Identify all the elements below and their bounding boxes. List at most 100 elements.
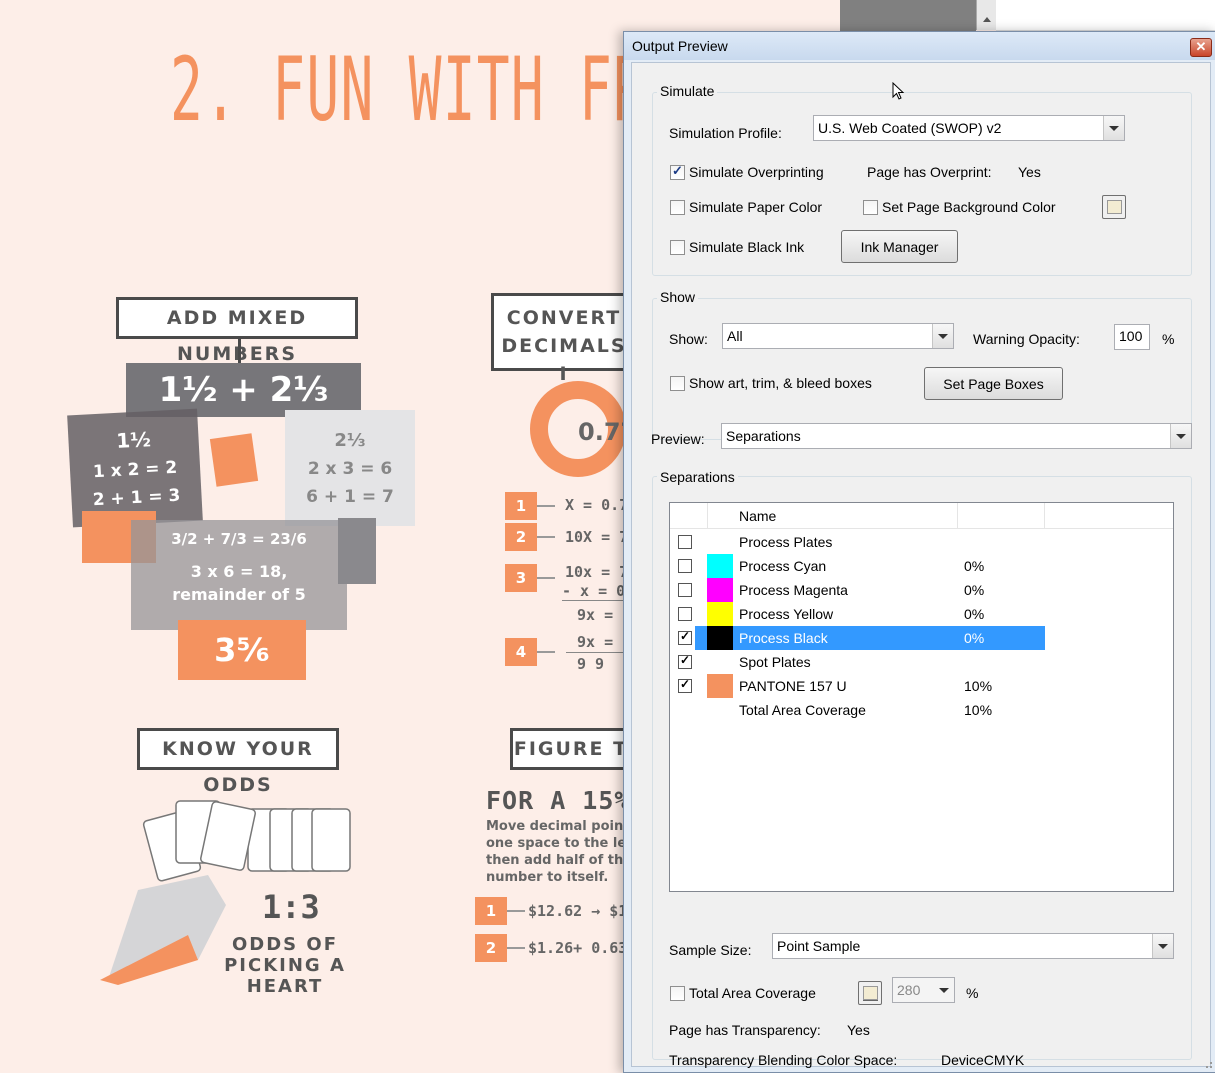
plate-coverage: 0% bbox=[964, 630, 985, 646]
color-swatch bbox=[707, 578, 733, 602]
simulation-profile-value: U.S. Web Coated (SWOP) v2 bbox=[818, 120, 1002, 136]
close-button[interactable]: ✕ bbox=[1190, 38, 1212, 57]
ink-manager-button[interactable]: Ink Manager bbox=[841, 230, 958, 263]
plate-coverage: 0% bbox=[964, 558, 985, 574]
set-page-background-checkbox[interactable] bbox=[863, 200, 878, 215]
total-area-coverage-checkbox[interactable] bbox=[670, 986, 685, 1001]
left-fraction: 1½ bbox=[115, 427, 152, 453]
sample-size-value: Point Sample bbox=[777, 938, 861, 954]
plate-checkbox[interactable] bbox=[678, 559, 692, 573]
plate-checkbox[interactable] bbox=[678, 653, 692, 669]
tip-step-text: $1.26+ 0.63 bbox=[528, 939, 628, 957]
blending-space-label: Transparency Blending Color Space: bbox=[669, 1052, 898, 1068]
preview-select-value: Separations bbox=[726, 428, 801, 444]
preview-select[interactable]: Separations bbox=[721, 423, 1192, 449]
tip-body-line: number to itself. bbox=[486, 870, 609, 885]
plate-checkbox[interactable] bbox=[678, 607, 692, 621]
connector-line bbox=[238, 336, 241, 364]
show-select[interactable]: All bbox=[722, 323, 954, 349]
simulate-black-ink-checkbox[interactable] bbox=[670, 240, 685, 255]
result-box: 3⁵⁄₆ bbox=[178, 620, 306, 680]
plate-checkbox[interactable] bbox=[678, 677, 692, 693]
list-item[interactable]: Spot Plates bbox=[670, 650, 1173, 674]
dialog-titlebar[interactable]: Output Preview ✕ bbox=[624, 32, 1215, 60]
step-line bbox=[507, 947, 525, 949]
plate-checkbox[interactable] bbox=[678, 629, 692, 645]
plate-name: Process Yellow bbox=[739, 606, 834, 622]
tac-color-swatch[interactable] bbox=[858, 981, 882, 1005]
show-boxes-checkbox[interactable] bbox=[670, 376, 685, 391]
plate-name: Total Area Coverage bbox=[739, 702, 866, 718]
dialog-body: Simulate Simulation Profile: U.S. Web Co… bbox=[631, 62, 1211, 1068]
tip-step-badge: 1 bbox=[475, 897, 507, 925]
close-icon: ✕ bbox=[1195, 39, 1207, 54]
dialog-title: Output Preview bbox=[632, 38, 728, 54]
warning-opacity-label: Warning Opacity: bbox=[973, 331, 1080, 347]
chevron-down-icon[interactable] bbox=[934, 978, 954, 1002]
sample-size-label: Sample Size: bbox=[669, 942, 752, 958]
set-page-boxes-button[interactable]: Set Page Boxes bbox=[924, 367, 1063, 400]
scrollbar-thumb[interactable] bbox=[840, 0, 976, 32]
tac-color-fill bbox=[863, 986, 878, 1001]
left-line-2: 2 + 1 = 3 bbox=[92, 485, 181, 511]
background-color-swatch[interactable] bbox=[1102, 195, 1126, 219]
sample-size-select[interactable]: Point Sample bbox=[772, 933, 1174, 959]
plate-name: Process Black bbox=[739, 630, 828, 646]
resize-grip-icon[interactable] bbox=[1202, 1058, 1214, 1070]
list-item[interactable]: Process Yellow 0% bbox=[670, 602, 1173, 626]
chevron-down-icon[interactable] bbox=[1152, 934, 1173, 958]
list-item[interactable]: Process Plates bbox=[670, 530, 1173, 554]
chevron-down-icon[interactable] bbox=[1170, 424, 1191, 448]
warning-opacity-input[interactable]: 100 bbox=[1114, 324, 1150, 350]
result-value: 3⁵⁄₆ bbox=[214, 631, 270, 669]
list-item-selected[interactable]: Process Black 0% bbox=[670, 626, 1173, 650]
list-item[interactable]: Process Magenta 0% bbox=[670, 578, 1173, 602]
mixed-sum-equation: 1½ + 2⅓ bbox=[158, 370, 329, 410]
chevron-down-icon[interactable] bbox=[1103, 116, 1124, 140]
plate-name: Process Cyan bbox=[739, 558, 827, 574]
list-item[interactable]: Total Area Coverage 10% bbox=[670, 698, 1173, 722]
step-line bbox=[537, 536, 555, 538]
simulate-overprinting-label: Simulate Overprinting bbox=[689, 164, 824, 180]
mouse-cursor-icon bbox=[892, 82, 905, 100]
page-overprint-label: Page has Overprint: bbox=[867, 164, 992, 180]
left-line-1: 1 x 2 = 2 bbox=[92, 457, 178, 483]
plate-checkbox[interactable] bbox=[678, 535, 692, 549]
tip-body-line: then add half of th bbox=[486, 853, 624, 868]
separations-list[interactable]: Name Process Plates Process Cyan 0% Proc… bbox=[669, 502, 1174, 892]
plate-coverage: 0% bbox=[964, 582, 985, 598]
warning-opacity-unit: % bbox=[1162, 331, 1175, 347]
odds-caption-line-1: ODDS OF bbox=[231, 934, 338, 955]
chevron-down-icon[interactable] bbox=[932, 324, 953, 348]
simulation-profile-select[interactable]: U.S. Web Coated (SWOP) v2 bbox=[813, 115, 1125, 141]
fraction-bar bbox=[566, 652, 626, 653]
add-mixed-numbers-label: ADD MIXED NUMBERS bbox=[116, 297, 358, 365]
simulate-overprinting-checkbox[interactable] bbox=[670, 163, 685, 180]
tac-percent-unit: % bbox=[966, 985, 979, 1001]
tip-body-line: one space to the le bbox=[486, 836, 627, 851]
color-swatch bbox=[707, 674, 733, 698]
plate-checkbox[interactable] bbox=[678, 583, 692, 597]
show-boxes-label: Show art, trim, & bleed boxes bbox=[689, 375, 872, 391]
simulate-paper-color-checkbox[interactable] bbox=[670, 200, 685, 215]
plate-name: PANTONE 157 U bbox=[739, 678, 847, 694]
mid-work-box: 3/2 + 7/3 = 23/6 3 x 6 = 18, remainder o… bbox=[131, 520, 347, 630]
list-item[interactable]: Process Cyan 0% bbox=[670, 554, 1173, 578]
right-line-1: 2 x 3 = 6 bbox=[307, 459, 393, 479]
odds-caption: ODDS OF PICKING A HEART bbox=[200, 934, 370, 997]
plate-name: Spot Plates bbox=[739, 654, 811, 670]
list-item[interactable]: PANTONE 157 U 10% bbox=[670, 674, 1173, 698]
tac-threshold-select[interactable]: 280 bbox=[892, 977, 955, 1003]
scroll-up-arrow[interactable] bbox=[976, 0, 998, 30]
scroll-track bbox=[996, 0, 1215, 31]
simulation-profile-label: Simulation Profile: bbox=[669, 125, 782, 141]
gray-rect bbox=[338, 518, 376, 584]
mid-equation: 3/2 + 7/3 = 23/6 bbox=[171, 530, 307, 548]
orange-square bbox=[209, 433, 259, 487]
preview-label: Preview: bbox=[651, 431, 705, 447]
plate-name: Process Magenta bbox=[739, 582, 848, 598]
step-line bbox=[537, 651, 555, 653]
odds-caption-line-2: PICKING A HEART bbox=[224, 955, 346, 997]
step-badge: 4 bbox=[505, 638, 537, 666]
column-header-name[interactable]: Name bbox=[739, 508, 776, 524]
